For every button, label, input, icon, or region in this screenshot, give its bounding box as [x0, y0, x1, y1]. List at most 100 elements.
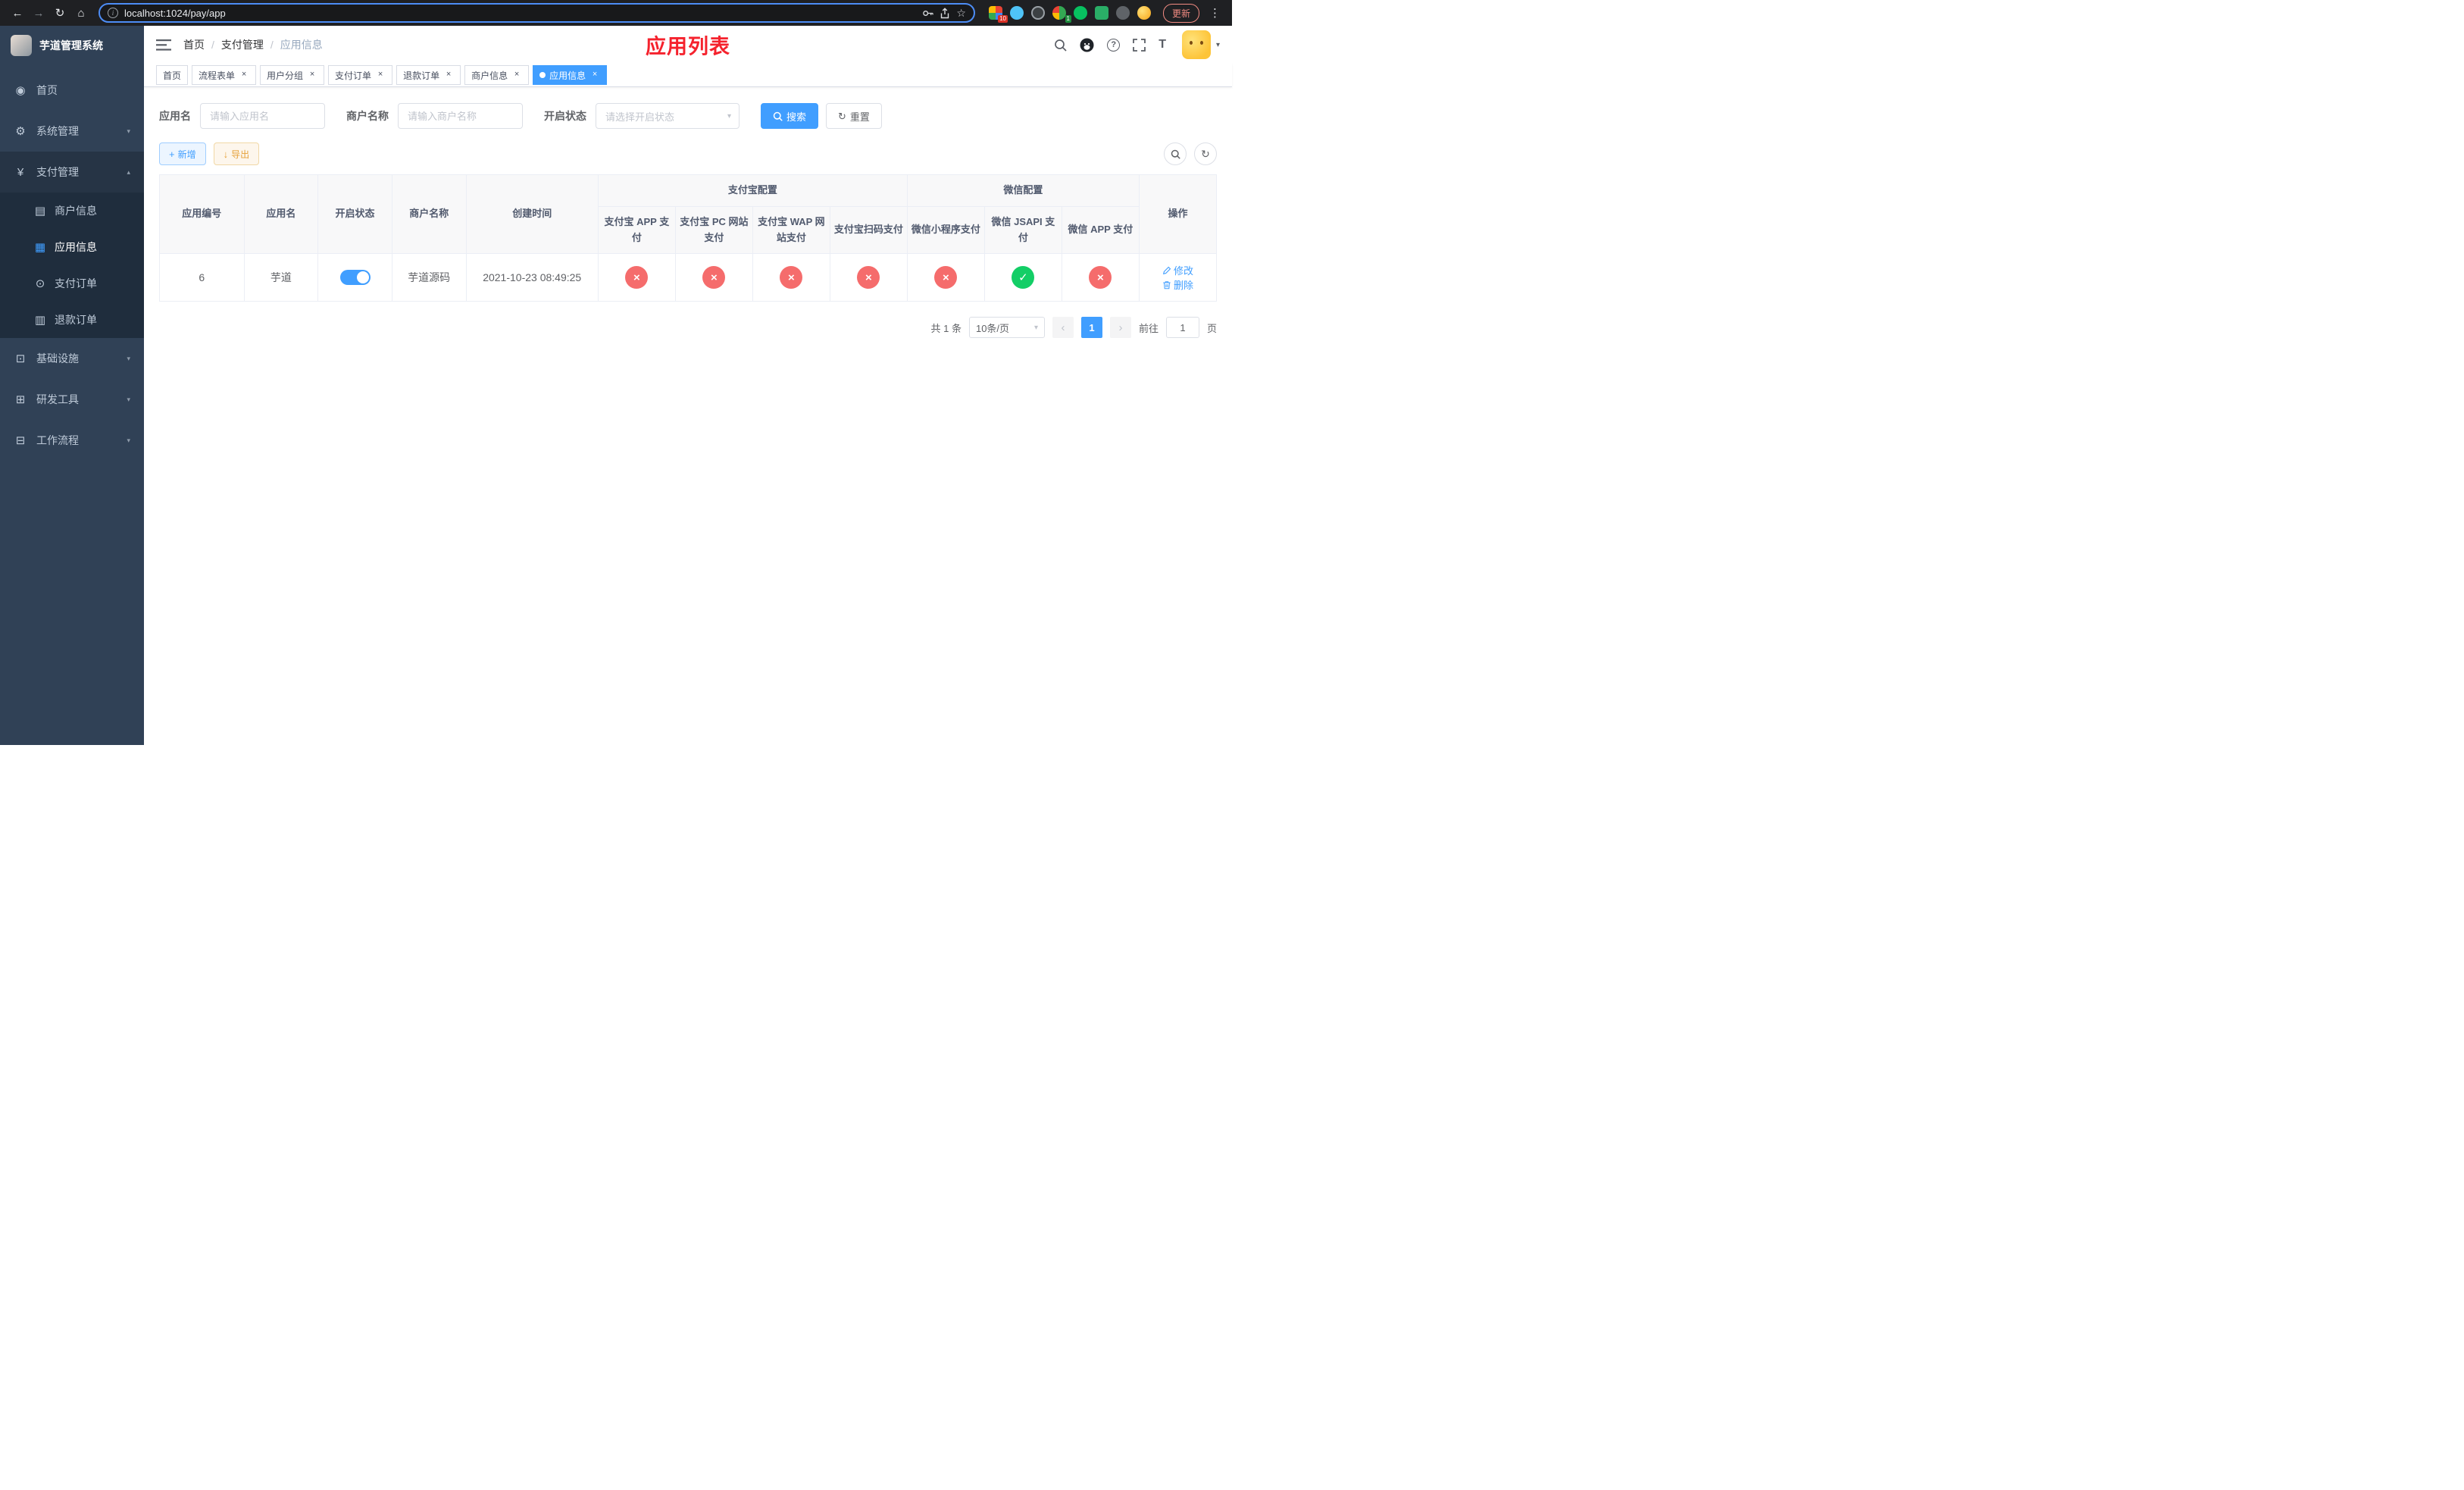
close-icon[interactable]: ×	[307, 70, 317, 80]
app-grid-icon: ▦	[34, 241, 46, 254]
extension-badge: 10	[998, 15, 1008, 23]
current-page-button[interactable]: 1	[1080, 317, 1102, 339]
close-icon[interactable]: ×	[239, 70, 249, 80]
tag-app-info[interactable]: 应用信息 ×	[533, 65, 608, 85]
extension-icon-7[interactable]	[1115, 6, 1130, 20]
page-size-select[interactable]: 10条/页 ▾	[968, 317, 1045, 339]
close-icon[interactable]: ×	[443, 70, 454, 80]
tag-pay-orders[interactable]: 支付订单 ×	[328, 65, 393, 85]
merchant-name-label: 商户名称	[346, 110, 389, 122]
status-select[interactable]: 请选择开启状态 ▾	[596, 103, 740, 129]
browser-home-icon[interactable]: ⌂	[71, 3, 91, 23]
sidebar-item-home[interactable]: ◉ 首页	[0, 70, 144, 111]
sidebar-item-refund-orders[interactable]: ▥ 退款订单	[0, 302, 144, 338]
col-header-actions: 操作	[1138, 174, 1218, 255]
download-icon: ↓	[223, 148, 229, 160]
tag-merchant-info[interactable]: 商户信息 ×	[464, 65, 530, 85]
merchant-name-input[interactable]	[398, 103, 523, 129]
password-key-icon[interactable]	[922, 8, 934, 19]
browser-update-button[interactable]: 更新	[1162, 3, 1199, 23]
refund-order-icon: ▥	[34, 314, 46, 327]
sidebar: 芋道管理系统 ◉ 首页 ⚙ 系统管理 ▾ ¥ 支付管理 ▴ ▤ 商户信息 ▦ 应…	[0, 26, 144, 745]
url-text[interactable]: localhost:1024/pay/app	[124, 8, 916, 19]
fullscreen-icon[interactable]	[1133, 38, 1146, 52]
tag-home[interactable]: 首页	[156, 65, 189, 85]
delete-link[interactable]: 删除	[1162, 277, 1193, 292]
main-panel: 首页 / 支付管理 / 应用信息 应用列表 ? T ▾ 首页 流程表单 × 用户…	[144, 26, 1232, 745]
app-name-input[interactable]	[200, 103, 325, 129]
sidebar-item-merchant-info[interactable]: ▤ 商户信息	[0, 193, 144, 229]
tag-label: 退款订单	[403, 70, 440, 81]
breadcrumb-home[interactable]: 首页	[183, 37, 205, 52]
extension-icon-5[interactable]	[1073, 6, 1087, 20]
extension-icon-4[interactable]: 1	[1052, 6, 1071, 23]
profile-avatar-icon[interactable]	[1137, 6, 1151, 20]
sidebar-item-workflow[interactable]: ⊟ 工作流程 ▾	[0, 420, 144, 461]
cell-alipay-qr: ×	[829, 253, 908, 302]
bookmark-star-icon[interactable]: ☆	[956, 7, 966, 20]
wx-jsapi-status-icon: ✓	[1012, 266, 1035, 290]
extension-icon-1[interactable]: 10	[988, 6, 1008, 23]
sidebar-item-label: 应用信息	[55, 241, 97, 253]
dashboard-icon: ◉	[15, 84, 26, 97]
help-icon[interactable]: ?	[1107, 38, 1121, 52]
tag-user-group[interactable]: 用户分组 ×	[260, 65, 325, 85]
github-icon[interactable]	[1080, 38, 1094, 52]
sidebar-item-pay-orders[interactable]: ⊙ 支付订单	[0, 265, 144, 302]
user-menu[interactable]: ▾	[1181, 30, 1220, 59]
tag-refund-orders[interactable]: 退款订单 ×	[396, 65, 461, 85]
close-icon[interactable]: ×	[589, 70, 600, 80]
site-info-icon[interactable]: i	[108, 8, 118, 18]
chevron-down-icon: ▾	[127, 395, 130, 403]
sidebar-item-payment[interactable]: ¥ 支付管理 ▴	[0, 152, 144, 193]
sidebar-item-infrastructure[interactable]: ⊡ 基础设施 ▾	[0, 338, 144, 379]
toolbar-right: ↻	[1164, 142, 1217, 165]
sidebar-item-app-info[interactable]: ▦ 应用信息	[0, 229, 144, 265]
sidebar-item-label: 工作流程	[36, 434, 79, 446]
sidebar-item-system[interactable]: ⚙ 系统管理 ▾	[0, 111, 144, 152]
share-icon[interactable]	[940, 7, 950, 19]
toggle-search-button[interactable]	[1164, 142, 1187, 165]
col-header-alipay-app: 支付宝 APP 支付	[597, 205, 676, 255]
browser-back-icon[interactable]: ←	[8, 3, 27, 23]
status-toggle[interactable]	[339, 270, 371, 286]
gear-icon: ⚙	[15, 125, 26, 138]
font-size-icon[interactable]: T	[1159, 38, 1166, 52]
refresh-table-button[interactable]: ↻	[1194, 142, 1217, 165]
app-logo[interactable]: 芋道管理系统	[0, 26, 144, 65]
browser-menu-icon[interactable]: ⋮	[1205, 6, 1224, 20]
sidebar-item-dev-tools[interactable]: ⊞ 研发工具 ▾	[0, 379, 144, 420]
prev-page-button[interactable]: ‹	[1052, 317, 1074, 339]
tag-process-form[interactable]: 流程表单 ×	[192, 65, 257, 85]
app-table: 应用编号 应用名 开启状态 商户名称 创建时间 支付宝配置 微信配置 操作 支付…	[159, 174, 1218, 302]
browser-reload-icon[interactable]: ↻	[50, 3, 70, 23]
browser-toolbar: ← → ↻ ⌂ i localhost:1024/pay/app ☆ 10 1 …	[0, 0, 1232, 26]
export-button[interactable]: ↓ 导出	[213, 142, 260, 165]
address-bar[interactable]: i localhost:1024/pay/app ☆	[98, 3, 975, 23]
payment-submenu: ▤ 商户信息 ▦ 应用信息 ⊙ 支付订单 ▥ 退款订单	[0, 193, 144, 338]
close-icon[interactable]: ×	[511, 70, 522, 80]
extension-icon-6[interactable]	[1094, 6, 1108, 20]
navbar-actions: ? T ▾	[1054, 30, 1220, 59]
browser-forward-icon[interactable]: →	[29, 3, 48, 23]
goto-page-input[interactable]	[1165, 317, 1199, 339]
plus-icon: +	[169, 148, 175, 160]
edit-link[interactable]: 修改	[1162, 263, 1193, 277]
extension-icon-3[interactable]	[1030, 6, 1045, 20]
extension-icon-2[interactable]	[1009, 6, 1024, 20]
merchant-card-icon: ▤	[34, 205, 46, 218]
add-button[interactable]: + 新增	[159, 142, 206, 165]
cell-alipay-pc: ×	[674, 253, 753, 302]
reset-button[interactable]: ↻ 重置	[826, 103, 882, 129]
next-page-button[interactable]: ›	[1109, 317, 1131, 339]
yen-icon: ¥	[17, 165, 24, 179]
search-button[interactable]: 搜索	[761, 103, 819, 129]
close-icon[interactable]: ×	[375, 70, 386, 80]
search-icon[interactable]	[1054, 39, 1067, 52]
sidebar-item-label: 首页	[36, 84, 58, 96]
hamburger-icon[interactable]	[156, 39, 171, 52]
search-button-label: 搜索	[786, 111, 807, 123]
active-dot	[539, 72, 546, 78]
col-header-alipay-qr: 支付宝扫码支付	[829, 205, 908, 255]
sidebar-menu: ◉ 首页 ⚙ 系统管理 ▾ ¥ 支付管理 ▴ ▤ 商户信息 ▦ 应用信息 ⊙ 支…	[0, 70, 144, 461]
